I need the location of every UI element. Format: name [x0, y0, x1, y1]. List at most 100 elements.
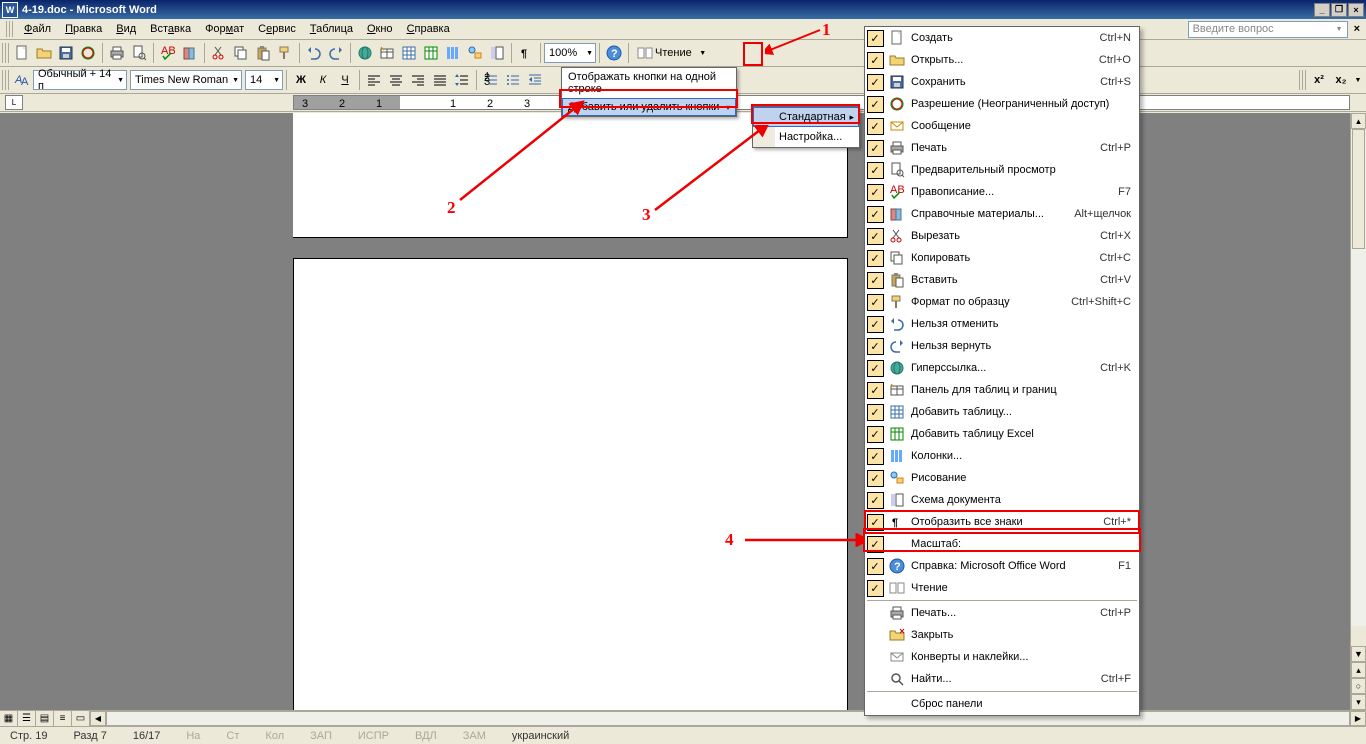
format-painter-button[interactable]: [274, 42, 296, 64]
menu-view[interactable]: Вид: [109, 21, 143, 37]
customize-item-redo[interactable]: ✓Нельзя вернуть: [865, 335, 1139, 357]
customize-item-paste[interactable]: ✓ВставитьCtrl+V: [865, 269, 1139, 291]
customize-item-research[interactable]: ✓Справочные материалы...Alt+щелчок: [865, 203, 1139, 225]
customize-item[interactable]: Настройка...: [753, 127, 859, 147]
reset-toolbar-item[interactable]: Сброс панели: [865, 693, 1139, 715]
undo-button[interactable]: [303, 42, 325, 64]
permission-button[interactable]: [77, 42, 99, 64]
grip-icon[interactable]: [2, 43, 9, 63]
cut-button[interactable]: [208, 42, 230, 64]
hscroll-track[interactable]: [106, 711, 1350, 726]
redo-button[interactable]: [325, 42, 347, 64]
italic-button[interactable]: К: [312, 69, 334, 91]
font-combo[interactable]: Times New Roman▼: [130, 70, 242, 90]
status-rec[interactable]: ЗАП: [304, 730, 338, 742]
customize-item-insert-table[interactable]: ✓Добавить таблицу...: [865, 401, 1139, 423]
scroll-left-button[interactable]: ◀: [90, 711, 106, 726]
print-layout-view-button[interactable]: ▤: [36, 711, 54, 726]
customize-item-permission[interactable]: ✓Разрешение (Неограниченный доступ): [865, 93, 1139, 115]
scroll-thumb[interactable]: [1352, 129, 1365, 249]
bullet-list-button[interactable]: [502, 69, 524, 91]
justify-button[interactable]: [429, 69, 451, 91]
customize-item-mail[interactable]: ✓Сообщение: [865, 115, 1139, 137]
style-combo[interactable]: Обычный + 14 п▼: [33, 70, 127, 90]
close-button[interactable]: ×: [1348, 3, 1364, 17]
customize-item-spell[interactable]: ✓ABCПравописание...F7: [865, 181, 1139, 203]
web-view-button[interactable]: ☰: [18, 711, 36, 726]
status-ovr[interactable]: ЗАМ: [457, 730, 492, 742]
add-remove-buttons-item[interactable]: Добавить или удалить кнопки▾: [562, 98, 736, 116]
bold-button[interactable]: Ж: [290, 69, 312, 91]
font-size-combo[interactable]: 14▼: [245, 70, 283, 90]
menu-insert[interactable]: Вставка: [143, 21, 198, 37]
customize-item-23[interactable]: ✓Масштаб:: [865, 533, 1139, 555]
insert-excel-button[interactable]: [420, 42, 442, 64]
menu-table[interactable]: Таблица: [303, 21, 360, 37]
customize-item-cut[interactable]: ✓ВырезатьCtrl+X: [865, 225, 1139, 247]
customize-item-preview[interactable]: ✓Предварительный просмотр: [865, 159, 1139, 181]
help-button[interactable]: ?: [603, 42, 625, 64]
close-doc-button[interactable]: ×: [1354, 23, 1360, 35]
insert-table-button[interactable]: [398, 42, 420, 64]
page[interactable]: [293, 258, 848, 710]
standard-toolbar-item[interactable]: Стандартная: [753, 107, 859, 127]
status-trk[interactable]: ИСПР: [352, 730, 395, 742]
customize-item-copy[interactable]: ✓КопироватьCtrl+C: [865, 247, 1139, 269]
customize-item-reading[interactable]: ✓Чтение: [865, 577, 1139, 599]
menu-window[interactable]: Окно: [360, 21, 400, 37]
superscript-button[interactable]: x²: [1308, 69, 1330, 91]
customize-item-drawing[interactable]: ✓Рисование: [865, 467, 1139, 489]
customize-item-columns[interactable]: ✓Колонки...: [865, 445, 1139, 467]
menu-format[interactable]: Формат: [198, 21, 251, 37]
menu-tools[interactable]: Сервис: [251, 21, 303, 37]
paste-button[interactable]: [252, 42, 274, 64]
doc-map-button[interactable]: [486, 42, 508, 64]
next-page-button[interactable]: ▾: [1351, 694, 1366, 710]
customize-item-undo[interactable]: ✓Нельзя отменить: [865, 313, 1139, 335]
customize-item-format-painter[interactable]: ✓Формат по образцуCtrl+Shift+C: [865, 291, 1139, 313]
new-button[interactable]: [11, 42, 33, 64]
columns-button[interactable]: [442, 42, 464, 64]
scroll-down-button[interactable]: ▼: [1351, 646, 1366, 662]
toolbar-options-button[interactable]: ▼: [697, 42, 709, 64]
customize-item-open[interactable]: ✓Открыть...Ctrl+O: [865, 49, 1139, 71]
customize-bottom-item-find[interactable]: Найти...Ctrl+F: [865, 668, 1139, 690]
normal-view-button[interactable]: ▦: [0, 711, 18, 726]
tab-selector[interactable]: L: [5, 95, 23, 110]
vertical-scrollbar[interactable]: ▲ ▼ ▴ ○ ▾: [1350, 113, 1366, 710]
show-marks-button[interactable]: ¶: [515, 42, 537, 64]
zoom-combo[interactable]: 100%▼: [544, 43, 596, 63]
customize-bottom-item-print[interactable]: Печать...Ctrl+P: [865, 602, 1139, 624]
underline-button[interactable]: Ч: [334, 69, 356, 91]
menu-help[interactable]: Справка: [400, 21, 457, 37]
tables-borders-button[interactable]: [376, 42, 398, 64]
minimize-button[interactable]: _: [1314, 3, 1330, 17]
customize-bottom-item-envelope[interactable]: Конверты и наклейки...: [865, 646, 1139, 668]
browse-object-button[interactable]: ○: [1351, 678, 1366, 694]
align-right-button[interactable]: [407, 69, 429, 91]
customize-bottom-item-close-folder[interactable]: Закрыть: [865, 624, 1139, 646]
grip-icon[interactable]: [6, 21, 13, 37]
copy-button[interactable]: [230, 42, 252, 64]
customize-item-tables-borders[interactable]: ✓Панель для таблиц и границ: [865, 379, 1139, 401]
outline-view-button[interactable]: ≡: [54, 711, 72, 726]
scroll-up-button[interactable]: ▲: [1351, 113, 1366, 129]
numbered-list-button[interactable]: 123: [480, 69, 502, 91]
menu-file[interactable]: Файл: [17, 21, 58, 37]
subscript-button[interactable]: x₂: [1330, 69, 1352, 91]
help-question-input[interactable]: Введите вопрос ▼: [1188, 21, 1348, 38]
customize-item-doc-map[interactable]: ✓Схема документа: [865, 489, 1139, 511]
decrease-indent-button[interactable]: [524, 69, 546, 91]
align-left-button[interactable]: [363, 69, 385, 91]
drawing-button[interactable]: [464, 42, 486, 64]
open-button[interactable]: [33, 42, 55, 64]
grip-icon[interactable]: [1299, 70, 1306, 90]
grip-icon[interactable]: [2, 70, 9, 90]
customize-item-save[interactable]: ✓СохранитьCtrl+S: [865, 71, 1139, 93]
document-area[interactable]: [0, 113, 1350, 710]
print-preview-button[interactable]: [128, 42, 150, 64]
research-button[interactable]: [179, 42, 201, 64]
customize-item-insert-excel[interactable]: ✓Добавить таблицу Excel: [865, 423, 1139, 445]
scroll-right-button[interactable]: ▶: [1350, 711, 1366, 726]
save-button[interactable]: [55, 42, 77, 64]
